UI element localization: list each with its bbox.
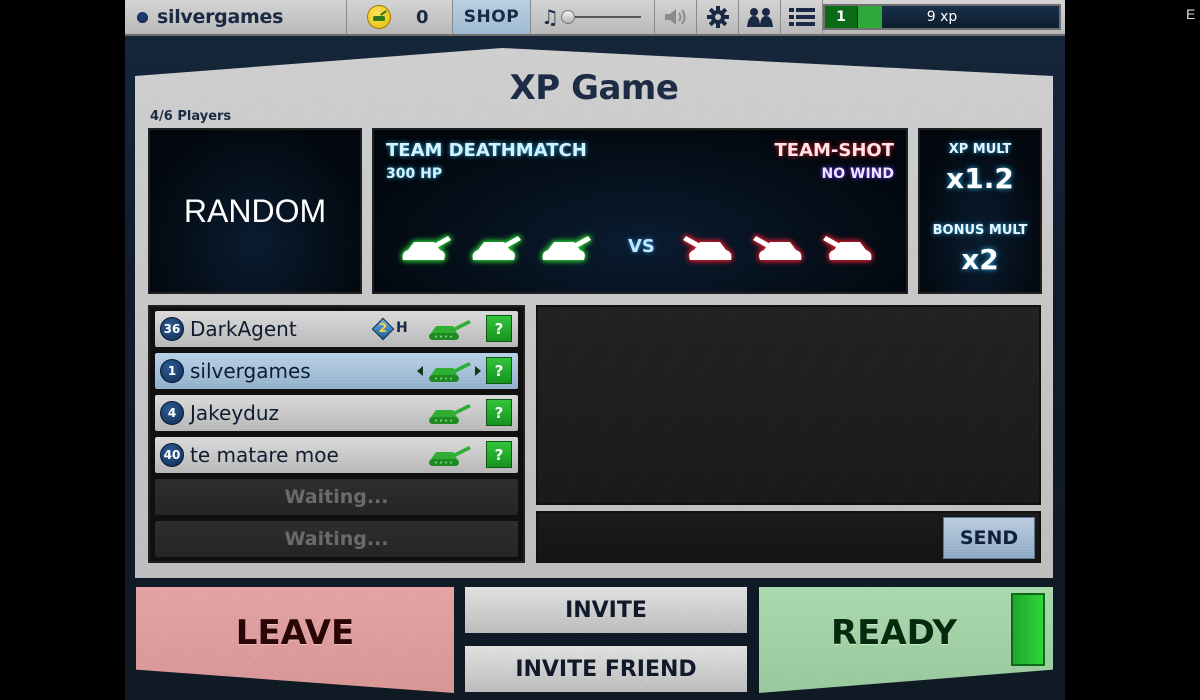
send-label: SEND <box>959 527 1019 549</box>
player-name: Jakeyduz <box>190 401 280 425</box>
shot-type: TEAM-SHOT <box>774 140 895 161</box>
list-icon <box>788 8 815 26</box>
green-team-tank-icon <box>402 236 451 260</box>
send-button[interactable]: SEND <box>943 517 1035 559</box>
top-bar: silvergames 0 SHOP ♫ 1 9 xp <box>125 0 1065 36</box>
tank-icon <box>429 320 471 340</box>
invite-button[interactable]: INVITE <box>465 587 747 633</box>
leave-label: LEAVE <box>235 613 355 653</box>
xp-mult-label: XP MULT <box>948 142 1012 157</box>
map-selector[interactable]: RANDOM <box>148 128 362 294</box>
player-name: DarkAgent <box>190 317 297 341</box>
multipliers-panel: XP MULT x1.2 BONUS MULT x2 <box>918 128 1042 294</box>
green-team-tank-icon <box>472 236 521 260</box>
xp-progress-bar: 1 9 xp <box>823 4 1061 30</box>
vs-label: VS <box>628 236 655 257</box>
bonus-mult-label: BONUS MULT <box>932 223 1028 238</box>
invite-label: INVITE <box>565 597 647 623</box>
waiting-label: Waiting... <box>284 486 389 508</box>
username-label: silvergames <box>157 6 284 28</box>
tank-icon <box>429 446 471 466</box>
chat-input-row: SEND <box>536 511 1041 563</box>
music-control: ♫ <box>531 0 655 34</box>
chat-input[interactable] <box>542 517 936 557</box>
red-team-tank-icon <box>683 236 732 260</box>
wind-setting: NO WIND <box>821 166 894 182</box>
rank-number: 2 <box>378 321 388 335</box>
xp-text: 9 xp <box>926 9 958 25</box>
player-row[interactable]: 40 te matare moe ? <box>155 437 518 473</box>
player-row[interactable]: 4 Jakeyduz ? <box>155 395 518 431</box>
speaker-icon <box>664 9 685 25</box>
player-name: silvergames <box>190 359 311 383</box>
player-help-button[interactable]: ? <box>486 399 512 426</box>
edge-text: E <box>1186 6 1196 22</box>
settings-button[interactable] <box>697 0 739 34</box>
invite-friend-button[interactable]: INVITE FRIEND <box>465 646 747 692</box>
music-volume-slider[interactable] <box>560 9 641 25</box>
friends-icon <box>746 8 773 27</box>
game-mode-panel[interactable]: TEAM DEATHMATCH 300 HP TEAM-SHOT NO WIND… <box>372 128 908 294</box>
tank-prev-arrow-icon[interactable] <box>417 366 423 376</box>
xp-display: 1 9 xp <box>823 0 1065 34</box>
player-help-button[interactable]: ? <box>486 441 512 468</box>
user-profile-button[interactable]: silvergames <box>125 0 347 34</box>
music-note-icon: ♫ <box>541 5 559 29</box>
xp-mult-value: x1.2 <box>946 162 1014 195</box>
ready-status-indicator <box>1011 593 1045 666</box>
waiting-label: Waiting... <box>284 528 389 550</box>
player-help-button[interactable]: ? <box>486 315 512 342</box>
coins-display: 0 <box>347 0 453 34</box>
player-level-badge: 4 <box>160 401 184 425</box>
coins-count: 0 <box>416 6 429 28</box>
friends-button[interactable] <box>739 0 781 34</box>
waiting-slot: Waiting... <box>155 479 518 515</box>
red-team-tank-icon <box>823 236 872 260</box>
player-level-badge: 40 <box>160 443 184 467</box>
tank-icon <box>429 404 471 424</box>
red-team-tank-icon <box>753 236 802 260</box>
coin-tank-icon <box>367 5 391 29</box>
map-name: RANDOM <box>183 192 327 229</box>
rank-letter: H <box>396 320 408 336</box>
invite-friend-label: INVITE FRIEND <box>515 656 697 682</box>
online-status-icon <box>137 11 148 23</box>
player-list: 36 DarkAgent 2 H ? 1 silvergames ? 4 Jak… <box>148 305 525 563</box>
menu-list-button[interactable] <box>781 0 823 34</box>
waiting-slot: Waiting... <box>155 521 518 557</box>
chat-log <box>536 305 1041 505</box>
player-level-badge: 36 <box>160 317 184 341</box>
mode-name: TEAM DEATHMATCH <box>386 140 587 161</box>
shop-label: SHOP <box>463 7 520 27</box>
slider-thumb[interactable] <box>560 10 575 24</box>
players-count: 4/6 Players <box>150 109 232 124</box>
sound-toggle-button[interactable] <box>655 0 697 34</box>
player-level-badge: 1 <box>160 359 184 383</box>
mode-hp: 300 HP <box>386 166 443 182</box>
player-help-button[interactable]: ? <box>486 357 512 384</box>
gear-icon <box>706 6 729 28</box>
player-row-self[interactable]: 1 silvergames ? <box>155 353 518 389</box>
player-row[interactable]: 36 DarkAgent 2 H ? <box>155 311 518 347</box>
lobby-title: XP Game <box>509 68 679 108</box>
rank-diamond-icon: 2 <box>371 317 395 341</box>
bonus-mult-value: x2 <box>961 243 999 276</box>
green-team-tank-icon <box>542 236 591 260</box>
player-name: te matare moe <box>190 443 339 467</box>
ready-label: READY <box>830 613 958 653</box>
shop-button[interactable]: SHOP <box>453 0 531 34</box>
tank-icon <box>429 362 471 382</box>
tank-next-arrow-icon[interactable] <box>475 366 481 376</box>
